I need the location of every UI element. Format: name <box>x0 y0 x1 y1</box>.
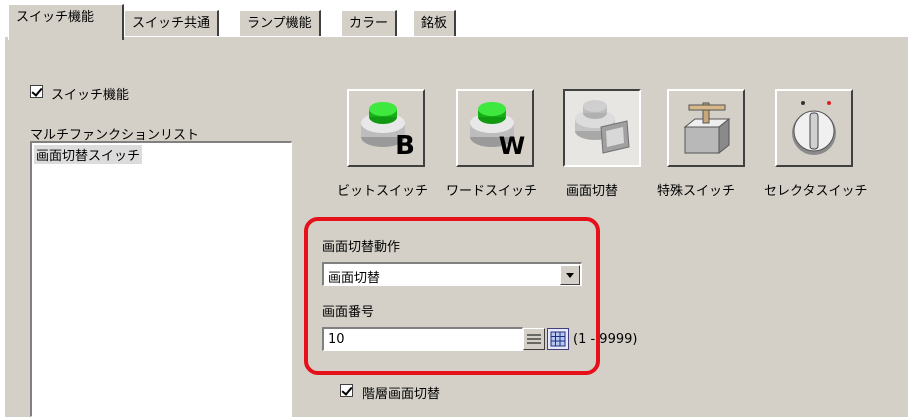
tab-switch-common[interactable]: スイッチ共通 <box>124 10 220 38</box>
special-switch-label: 特殊スイッチ <box>657 184 736 199</box>
checkbox-icon <box>340 384 353 397</box>
tab-nameplate[interactable]: 銘板 <box>413 10 457 38</box>
screen-change-icon <box>575 100 630 154</box>
hierarchy-screen-change-checkbox[interactable]: 階層画面切替 <box>340 383 520 402</box>
highlight-outline <box>304 217 600 375</box>
multifunction-list[interactable]: 画面切替スイッチ <box>30 141 292 417</box>
screen-change-button[interactable] <box>563 89 641 167</box>
word-switch-button[interactable]: W <box>456 89 534 167</box>
checkbox-icon <box>30 85 43 98</box>
hierarchy-screen-change-label: 階層画面切替 <box>362 387 441 402</box>
switch-function-label: スイッチ機能 <box>51 88 130 103</box>
svg-text:W: W <box>499 132 525 159</box>
svg-text:B: B <box>395 131 415 159</box>
tab-lamp-function[interactable]: ランプ機能 <box>239 10 321 38</box>
bit-switch-button[interactable]: B <box>347 89 425 167</box>
special-switch-button[interactable] <box>667 89 745 167</box>
tab-strip: スイッチ共通 ランプ機能 カラー 銘板 スイッチ機能 <box>4 0 908 40</box>
screen-change-label: 画面切替 <box>566 184 619 199</box>
switch-function-checkbox[interactable]: スイッチ機能 <box>30 84 190 103</box>
word-switch-icon: W <box>470 102 525 159</box>
bit-switch-icon: B <box>361 102 415 159</box>
tab-color[interactable]: カラー <box>341 10 398 38</box>
list-item[interactable]: 画面切替スイッチ <box>32 143 291 166</box>
selector-switch-icon <box>792 101 836 155</box>
word-switch-label: ワードスイッチ <box>446 184 538 199</box>
selector-switch-label: セレクタスイッチ <box>764 184 868 199</box>
tab-switch-function[interactable]: スイッチ機能 <box>8 4 124 40</box>
special-switch-icon <box>683 102 731 155</box>
bit-switch-label: ビットスイッチ <box>337 184 429 199</box>
selector-switch-button[interactable] <box>775 89 853 167</box>
